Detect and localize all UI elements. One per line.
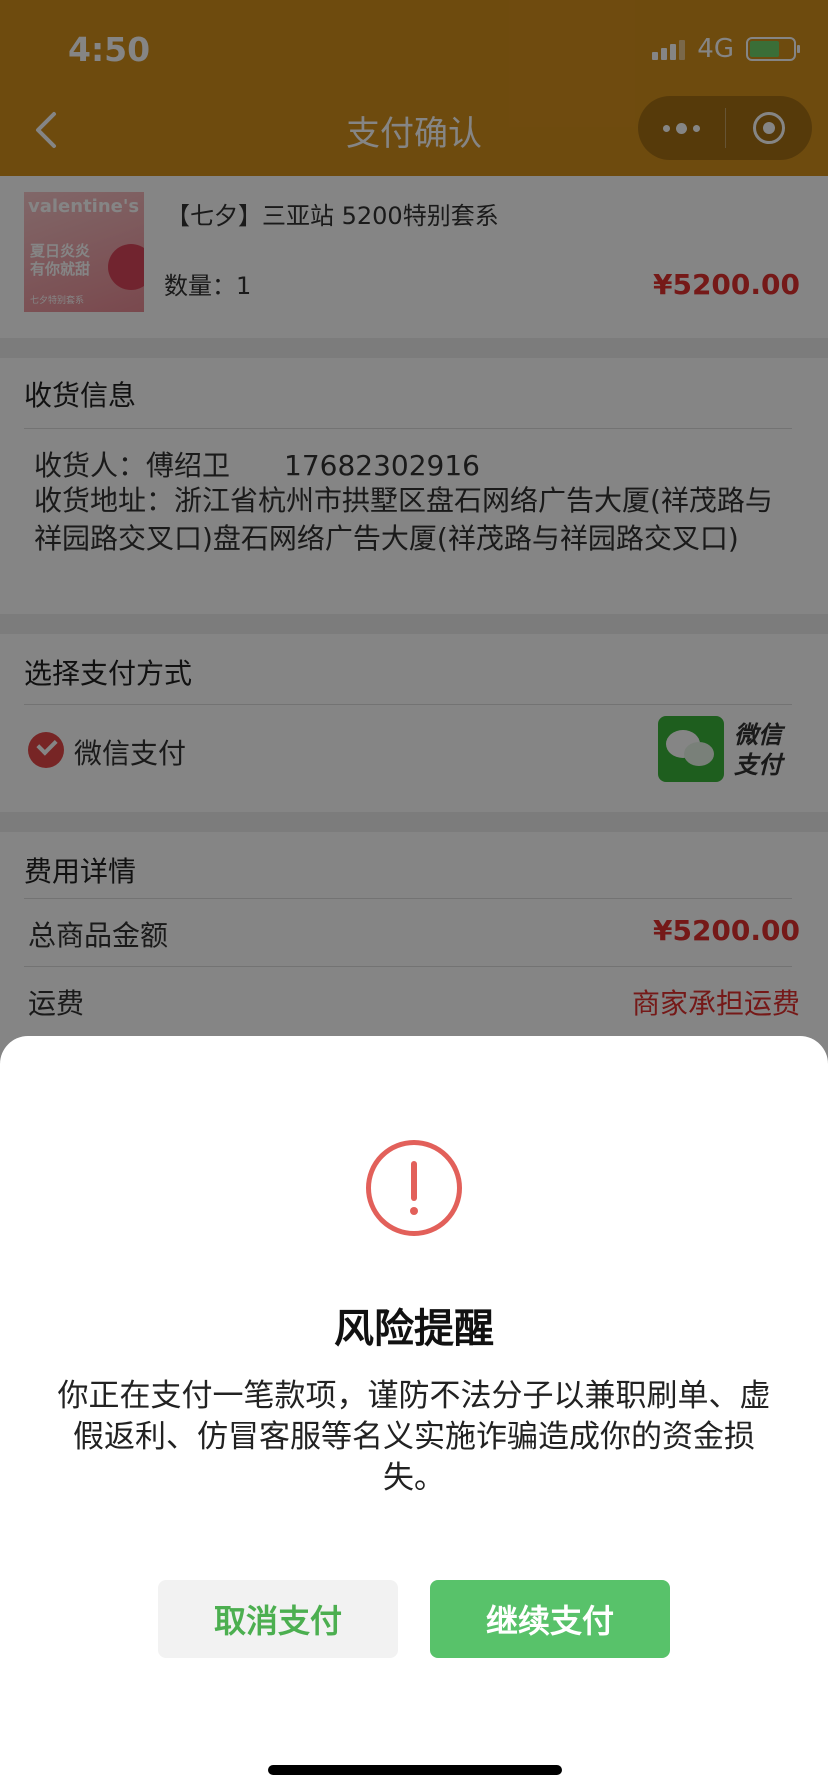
- continue-payment-button[interactable]: 继续支付: [430, 1580, 670, 1658]
- modal-title: 风险提醒: [334, 1306, 494, 1352]
- cancel-payment-button[interactable]: 取消支付: [158, 1580, 398, 1658]
- home-indicator[interactable]: [268, 1765, 562, 1775]
- exclamation-icon: [366, 1140, 462, 1236]
- modal-message: 你正在支付一笔款项，谨防不法分子以兼职刷单、虚假返利、仿冒客服等名义实施诈骗造成…: [57, 1378, 771, 1496]
